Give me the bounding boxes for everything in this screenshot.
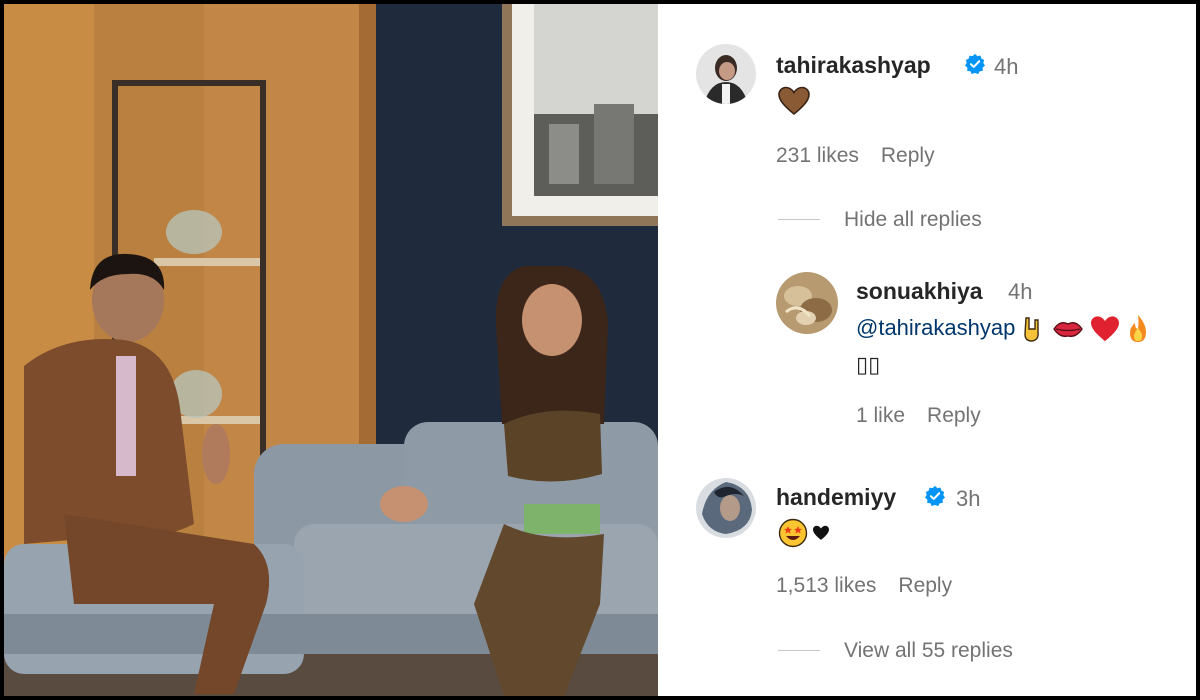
- post-view: tahirakashyap 4h 231 likes Reply Hide all…: [4, 4, 1196, 696]
- comment-meta: 1,513 likes Reply: [776, 574, 974, 598]
- avatar[interactable]: [696, 478, 756, 538]
- comment-tahirakashyap: tahirakashyap 4h 231 likes Reply Hide all…: [658, 4, 1196, 244]
- comment-text: @tahirakashyap: [856, 314, 1150, 344]
- likes-count[interactable]: 1 like: [856, 404, 905, 427]
- comment-text-line-2: ▯▯: [856, 352, 881, 377]
- replies-divider: [778, 219, 820, 220]
- comment-meta: 1 like Reply: [856, 404, 1003, 428]
- photo-illustration: [4, 4, 658, 696]
- fire-icon: [1129, 315, 1146, 342]
- comment-time[interactable]: 3h: [956, 486, 980, 512]
- verified-badge-icon: [925, 485, 945, 507]
- reply-sonuakhiya: sonuakhiya 4h @tahirakashyap ▯▯ 1 like R…: [658, 244, 1196, 444]
- view-replies-button[interactable]: View all 55 replies: [844, 639, 1013, 663]
- comment-meta: 231 likes Reply: [776, 144, 957, 168]
- username[interactable]: handemiyy: [776, 484, 896, 511]
- lips-icon: [1052, 322, 1083, 338]
- username[interactable]: tahirakashyap: [776, 52, 931, 79]
- comment-handemiyy: handemiyy 3h 1,513 likes Reply View all …: [658, 444, 1196, 696]
- verified-badge-icon: [965, 53, 985, 75]
- mention-link[interactable]: @tahirakashyap: [856, 315, 1015, 340]
- reply-button[interactable]: Reply: [927, 404, 981, 427]
- comments-panel: tahirakashyap 4h 231 likes Reply Hide all…: [658, 4, 1196, 696]
- red-heart-icon: [1090, 316, 1119, 342]
- likes-count[interactable]: 231 likes: [776, 144, 859, 167]
- likes-count[interactable]: 1,513 likes: [776, 574, 876, 597]
- replies-divider: [778, 650, 820, 651]
- comment-time[interactable]: 4h: [1008, 279, 1032, 305]
- reply-button[interactable]: Reply: [898, 574, 952, 597]
- comment-emoji: [778, 518, 830, 548]
- avatar[interactable]: [696, 44, 756, 104]
- reply-button[interactable]: Reply: [881, 144, 935, 167]
- hide-replies-button[interactable]: Hide all replies: [844, 208, 982, 232]
- post-photo[interactable]: [4, 4, 658, 696]
- avatar[interactable]: [776, 272, 838, 334]
- comment-time[interactable]: 4h: [994, 54, 1018, 80]
- username[interactable]: sonuakhiya: [856, 278, 983, 305]
- black-heart-icon: [813, 525, 830, 540]
- star-struck-face-icon: [778, 518, 808, 548]
- rock-hand-icon: [1024, 317, 1040, 342]
- brown-heart-icon: [778, 86, 810, 121]
